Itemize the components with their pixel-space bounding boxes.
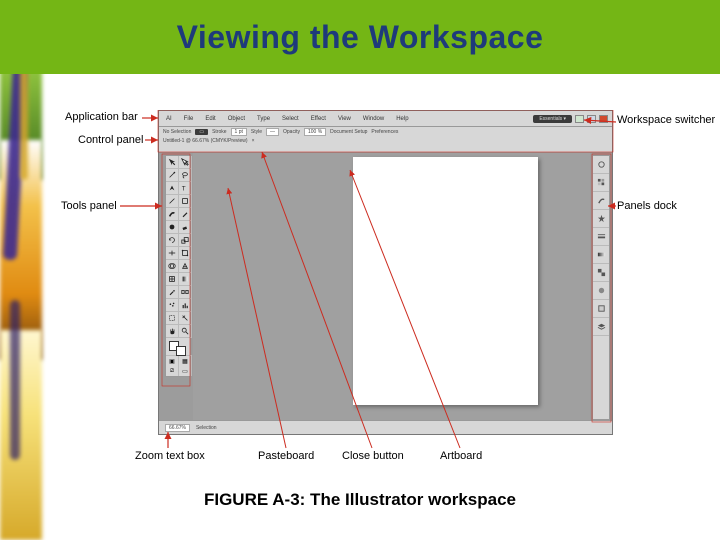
slide-title: Viewing the Workspace (0, 0, 720, 74)
layers-panel-icon[interactable] (593, 318, 609, 336)
menu-file[interactable]: File (181, 115, 197, 123)
cp-fill-icon[interactable]: ▭ (195, 129, 208, 135)
zoom-text-box[interactable]: 66.67% (165, 424, 190, 432)
cp-opacity-field[interactable]: 100 % (304, 128, 326, 136)
blob-tool-icon[interactable] (166, 221, 179, 234)
decorative-paint-strip (0, 0, 42, 540)
graph-tool-icon[interactable] (179, 299, 192, 312)
svg-text:T: T (182, 185, 186, 192)
label-tools-panel: Tools panel (61, 200, 117, 212)
gradient-mode-icon[interactable]: ▦ (179, 356, 192, 366)
artboard[interactable] (353, 157, 538, 405)
cp-stroke-label: Stroke (212, 129, 226, 135)
color-mode-icon[interactable]: ▣ (166, 356, 179, 366)
label-application-bar: Application bar (65, 111, 138, 123)
none-mode-icon[interactable]: ⧄ (166, 366, 179, 376)
stroke-panel-icon[interactable] (593, 228, 609, 246)
scale-tool-icon[interactable] (179, 234, 192, 247)
control-panel: No Selection ▭ Stroke 1 pt Style — Opaci… (159, 127, 612, 153)
menu-type[interactable]: Type (254, 115, 273, 123)
status-tool-label: Selection (196, 425, 217, 431)
document-tab[interactable]: Untitled-1 @ 66.67% (CMYK/Preview) (163, 138, 248, 144)
label-panels-dock: Panels dock (617, 200, 677, 212)
cp-doc-setup-button[interactable]: Document Setup (330, 129, 367, 135)
cp-label: No Selection (163, 129, 191, 135)
line-tool-icon[interactable] (166, 195, 179, 208)
screen-mode-icon[interactable]: ▭ (179, 366, 192, 376)
label-zoom-text-box: Zoom text box (135, 450, 205, 462)
cp-style-field[interactable]: — (266, 128, 279, 136)
window-max-icon[interactable] (587, 115, 596, 123)
magic-wand-tool-icon[interactable] (166, 169, 179, 182)
figure-caption: FIGURE A-3: The Illustrator workspace (0, 490, 720, 510)
workspace-switcher[interactable]: Essentials ▾ (533, 115, 572, 123)
panels-dock (592, 155, 610, 420)
status-bar: 66.67% Selection (159, 420, 612, 434)
brush-tool-icon[interactable] (166, 208, 179, 221)
hand-tool-icon[interactable] (166, 325, 179, 338)
tools-panel: T (165, 155, 191, 377)
swatches-panel-icon[interactable] (593, 174, 609, 192)
rect-tool-icon[interactable] (179, 195, 192, 208)
perspective-tool-icon[interactable] (179, 260, 192, 273)
gradient-tool-icon[interactable] (179, 273, 192, 286)
selection-tool-icon[interactable] (166, 156, 179, 169)
blend-tool-icon[interactable] (179, 286, 192, 299)
symbol-tool-icon[interactable] (166, 299, 179, 312)
slice-tool-icon[interactable] (179, 312, 192, 325)
menu-view[interactable]: View (335, 115, 354, 123)
window-min-icon[interactable] (575, 115, 584, 123)
label-control-panel: Control panel (78, 134, 143, 146)
pen-tool-icon[interactable] (166, 182, 179, 195)
title-band: Viewing the Workspace (0, 0, 720, 74)
workspace-body (159, 153, 612, 420)
label-pasteboard: Pasteboard (258, 450, 314, 462)
transparency-panel-icon[interactable] (593, 264, 609, 282)
symbols-panel-icon[interactable] (593, 210, 609, 228)
menu-window[interactable]: Window (360, 115, 387, 123)
mesh-tool-icon[interactable] (166, 273, 179, 286)
gradient-panel-icon[interactable] (593, 246, 609, 264)
application-bar: AI File Edit Object Type Select Effect V… (159, 111, 612, 127)
window-close-icon[interactable] (599, 115, 608, 123)
cp-opacity-label: Opacity (283, 129, 300, 135)
app-logo-icon: AI (163, 115, 175, 123)
zoom-tool-icon[interactable] (179, 325, 192, 338)
cp-preferences-button[interactable]: Preferences (371, 129, 398, 135)
label-workspace-switcher: Workspace switcher (617, 114, 715, 126)
brushes-panel-icon[interactable] (593, 192, 609, 210)
menu-help[interactable]: Help (393, 115, 411, 123)
fill-stroke-swatch[interactable] (166, 338, 192, 356)
width-tool-icon[interactable] (166, 247, 179, 260)
lasso-tool-icon[interactable] (179, 169, 192, 182)
shape-builder-tool-icon[interactable] (166, 260, 179, 273)
eyedropper-tool-icon[interactable] (166, 286, 179, 299)
graphic-styles-panel-icon[interactable] (593, 300, 609, 318)
type-tool-icon[interactable]: T (179, 182, 192, 195)
cp-stroke-field[interactable]: 1 pt (231, 128, 247, 136)
eraser-tool-icon[interactable] (179, 221, 192, 234)
direct-select-tool-icon[interactable] (179, 156, 192, 169)
color-panel-icon[interactable] (593, 156, 609, 174)
menu-edit[interactable]: Edit (202, 115, 218, 123)
free-transform-tool-icon[interactable] (179, 247, 192, 260)
app-window: AI File Edit Object Type Select Effect V… (158, 110, 613, 435)
cp-style-label: Style (251, 129, 262, 135)
menu-object[interactable]: Object (225, 115, 248, 123)
document-close-icon[interactable]: × (252, 138, 255, 144)
pencil-tool-icon[interactable] (179, 208, 192, 221)
appearance-panel-icon[interactable] (593, 282, 609, 300)
pasteboard[interactable] (193, 153, 590, 420)
menu-select[interactable]: Select (279, 115, 302, 123)
artboard-tool-icon[interactable] (166, 312, 179, 325)
rotate-tool-icon[interactable] (166, 234, 179, 247)
label-artboard: Artboard (440, 450, 482, 462)
menu-effect[interactable]: Effect (308, 115, 329, 123)
figure-diagram: AI File Edit Object Type Select Effect V… (100, 110, 655, 475)
label-close-button: Close button (342, 450, 404, 462)
